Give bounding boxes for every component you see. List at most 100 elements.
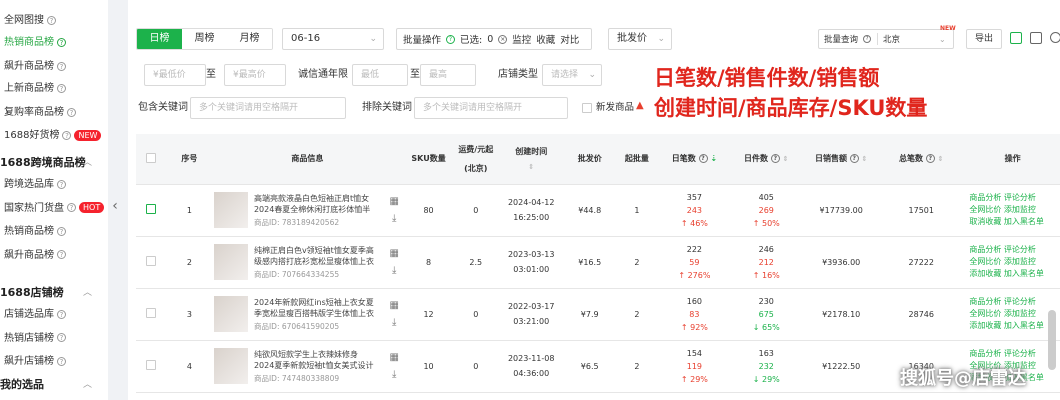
product-thumbnail[interactable] bbox=[213, 296, 248, 332]
daily-sales: ¥1222.50 bbox=[803, 340, 880, 393]
table-view-icon[interactable] bbox=[1010, 32, 1022, 44]
sidebar-item[interactable]: 热销商品榜? bbox=[4, 223, 66, 241]
action-link[interactable]: 全网比价 添加监控 bbox=[969, 308, 1060, 320]
price-type-select[interactable]: 批发价 ⌄ bbox=[608, 28, 672, 50]
settings-icon[interactable] bbox=[1050, 32, 1060, 43]
product-title[interactable]: 高端亮款液晶白色短袖正肩t恤女 2024春夏全棉休闲打底衫体恤半袖 bbox=[254, 193, 376, 215]
region-select[interactable]: 北京 bbox=[877, 33, 939, 45]
col-created[interactable]: 创建时间 ⇕ bbox=[497, 134, 566, 185]
min-price-input[interactable]: ¥最低价 bbox=[144, 64, 206, 86]
tab-2[interactable]: 月榜 bbox=[227, 29, 272, 49]
years-min-input[interactable]: 最低 bbox=[352, 64, 408, 86]
help-icon[interactable]: ? bbox=[770, 154, 780, 164]
sidebar-item[interactable]: 飙升商品榜? bbox=[4, 247, 66, 265]
sidebar-item[interactable]: 上新商品榜? bbox=[4, 80, 66, 98]
help-icon[interactable]: ? bbox=[849, 154, 859, 164]
sort-icon[interactable]: ⇕ bbox=[862, 155, 868, 163]
product-title[interactable]: 纯棉正肩白色v领短袖t恤女夏季高级感内搭打底衫宽松显瘦体恤上衣 bbox=[254, 245, 376, 267]
sidebar-item-label: 热销商品榜 bbox=[4, 37, 54, 48]
help-icon[interactable]: ? bbox=[698, 154, 708, 164]
collapse-arrow-icon[interactable]: ‹ bbox=[108, 196, 122, 216]
tab-1[interactable]: 周榜 bbox=[182, 29, 227, 49]
col-total-orders[interactable]: 总笔数 ? ⇕ bbox=[879, 134, 964, 185]
created-date: 2023-11-08 bbox=[507, 354, 555, 363]
clear-icon[interactable]: × bbox=[498, 34, 508, 44]
row-checkbox[interactable] bbox=[136, 288, 167, 341]
product-table: 序号 商品信息 SKU数量 运费/元起 (北京) 创建时间 ⇕ 批发价 起批量 日笔… bbox=[136, 134, 1060, 393]
export-button[interactable]: 导出 bbox=[966, 29, 1002, 49]
download-icon[interactable]: ⤓ bbox=[392, 213, 396, 224]
col-price[interactable]: 批发价 bbox=[565, 134, 615, 185]
sort-desc-icon[interactable]: ⇣ bbox=[710, 154, 717, 163]
col-daily-orders[interactable]: 日笔数 ? ⇣ bbox=[659, 134, 730, 185]
date-select[interactable]: 06-16 ⌄ bbox=[282, 28, 384, 50]
qr-code-icon[interactable]: ▦ bbox=[389, 352, 398, 363]
sidebar-item[interactable]: 飙升商品榜? bbox=[4, 58, 66, 76]
help-icon[interactable]: ? bbox=[925, 154, 935, 164]
action-link[interactable]: 添加收藏 加入黑名单 bbox=[969, 320, 1060, 332]
row-checkbox[interactable] bbox=[136, 184, 167, 237]
row-checkbox[interactable] bbox=[136, 236, 167, 289]
col-daily-sales[interactable]: 日销售额 ? ⇕ bbox=[803, 134, 880, 185]
sort-icon[interactable]: ⇕ bbox=[497, 163, 565, 171]
sidebar-item[interactable]: 1688好货榜? NEW bbox=[4, 127, 102, 145]
sku-count: 10 bbox=[402, 340, 455, 393]
sidebar-item-label: 飙升商品榜 bbox=[4, 249, 54, 261]
sidebar-item[interactable]: 跨境选品库? bbox=[4, 176, 66, 194]
sidebar-item-label: 1688好货榜 bbox=[4, 130, 60, 141]
sidebar-item[interactable]: 店铺选品库? bbox=[4, 306, 66, 324]
price-type-value: 批发价 bbox=[617, 33, 647, 44]
range-to-label: 至 bbox=[410, 69, 420, 80]
help-icon[interactable]: ? bbox=[863, 35, 872, 43]
download-icon[interactable]: ⤓ bbox=[392, 265, 396, 276]
include-keywords-input[interactable]: 多个关键词请用空格隔开 bbox=[190, 97, 346, 119]
qr-code-icon[interactable]: ▦ bbox=[389, 196, 398, 207]
col-sku[interactable]: SKU数量 bbox=[402, 134, 455, 185]
help-icon[interactable]: ? bbox=[446, 34, 456, 44]
tab-0[interactable]: 日榜 bbox=[137, 29, 182, 49]
new-goods-checkbox[interactable] bbox=[582, 103, 592, 116]
sidebar-item[interactable]: 热销商品榜? bbox=[4, 34, 66, 52]
sort-icon[interactable]: ⇕ bbox=[938, 155, 944, 163]
sidebar-item[interactable]: 飙升店铺榜? bbox=[4, 353, 66, 371]
action-link[interactable]: 取消收藏 加入黑名单 bbox=[969, 216, 1060, 228]
scrollbar[interactable] bbox=[1048, 310, 1056, 370]
qr-code-icon[interactable]: ▦ bbox=[389, 248, 398, 259]
product-title[interactable]: 纯欲风短款学生上衣辣妹修身2024夏季新款短袖t恤女美式设计感ins bbox=[254, 349, 376, 371]
download-icon[interactable]: ⤓ bbox=[392, 369, 396, 380]
sidebar-item[interactable]: 全网图搜? bbox=[4, 12, 56, 30]
image-view-icon[interactable] bbox=[1030, 32, 1042, 44]
max-price-input[interactable]: ¥最高价 bbox=[224, 64, 286, 86]
product-thumbnail[interactable] bbox=[213, 244, 248, 280]
action-link[interactable]: 添加收藏 加入黑名单 bbox=[969, 268, 1060, 280]
sort-icon[interactable]: ⇕ bbox=[783, 155, 789, 163]
daily-orders-prev: 243 bbox=[686, 205, 703, 215]
years-max-input[interactable]: 最高 bbox=[420, 64, 476, 86]
batch-query-button[interactable]: 批量查询 bbox=[819, 33, 863, 45]
compare-button[interactable]: 对比 bbox=[560, 32, 579, 46]
monitor-button[interactable]: 监控 bbox=[512, 32, 531, 46]
sidebar-item[interactable]: 复购率商品榜? bbox=[4, 104, 76, 122]
qr-code-icon[interactable]: ▦ bbox=[389, 300, 398, 311]
download-icon[interactable]: ⤓ bbox=[392, 317, 396, 328]
product-thumbnail[interactable] bbox=[213, 192, 248, 228]
product-title[interactable]: 2024年新款网红ins短袖上衣女夏季宽松显瘦百搭韩版学生体恤上衣潮 bbox=[254, 297, 376, 319]
action-link[interactable]: 商品分析 评论分析 bbox=[969, 244, 1060, 256]
action-link[interactable]: 商品分析 评论分析 bbox=[969, 296, 1060, 308]
sidebar-item[interactable]: 热销店铺榜? bbox=[4, 330, 66, 348]
action-link[interactable]: 商品分析 评论分析 bbox=[969, 348, 1060, 360]
col-daily-pieces[interactable]: 日件数 ? ⇕ bbox=[729, 134, 804, 185]
action-link[interactable]: 商品分析 评论分析 bbox=[969, 192, 1060, 204]
exclude-keywords-input[interactable]: 多个关键词请用空格隔开 bbox=[414, 97, 568, 119]
sidebar-group[interactable]: 1688跨境商品榜 ︿ bbox=[0, 154, 106, 172]
sidebar-group[interactable]: 我的选品 ︿ bbox=[0, 376, 106, 394]
action-link[interactable]: 全网比价 添加监控 bbox=[969, 204, 1060, 216]
sidebar-group[interactable]: 1688店铺榜 ︿ bbox=[0, 284, 106, 302]
collect-button[interactable]: 收藏 bbox=[536, 32, 555, 46]
product-thumbnail[interactable] bbox=[213, 348, 248, 384]
select-all-checkbox[interactable] bbox=[136, 134, 167, 185]
shop-type-select[interactable]: 请选择 ⌄ bbox=[542, 64, 602, 86]
row-checkbox[interactable] bbox=[136, 340, 167, 393]
sidebar-item[interactable]: 国家热门货盘? HOT bbox=[4, 200, 105, 218]
action-link[interactable]: 全网比价 添加监控 bbox=[969, 256, 1060, 268]
